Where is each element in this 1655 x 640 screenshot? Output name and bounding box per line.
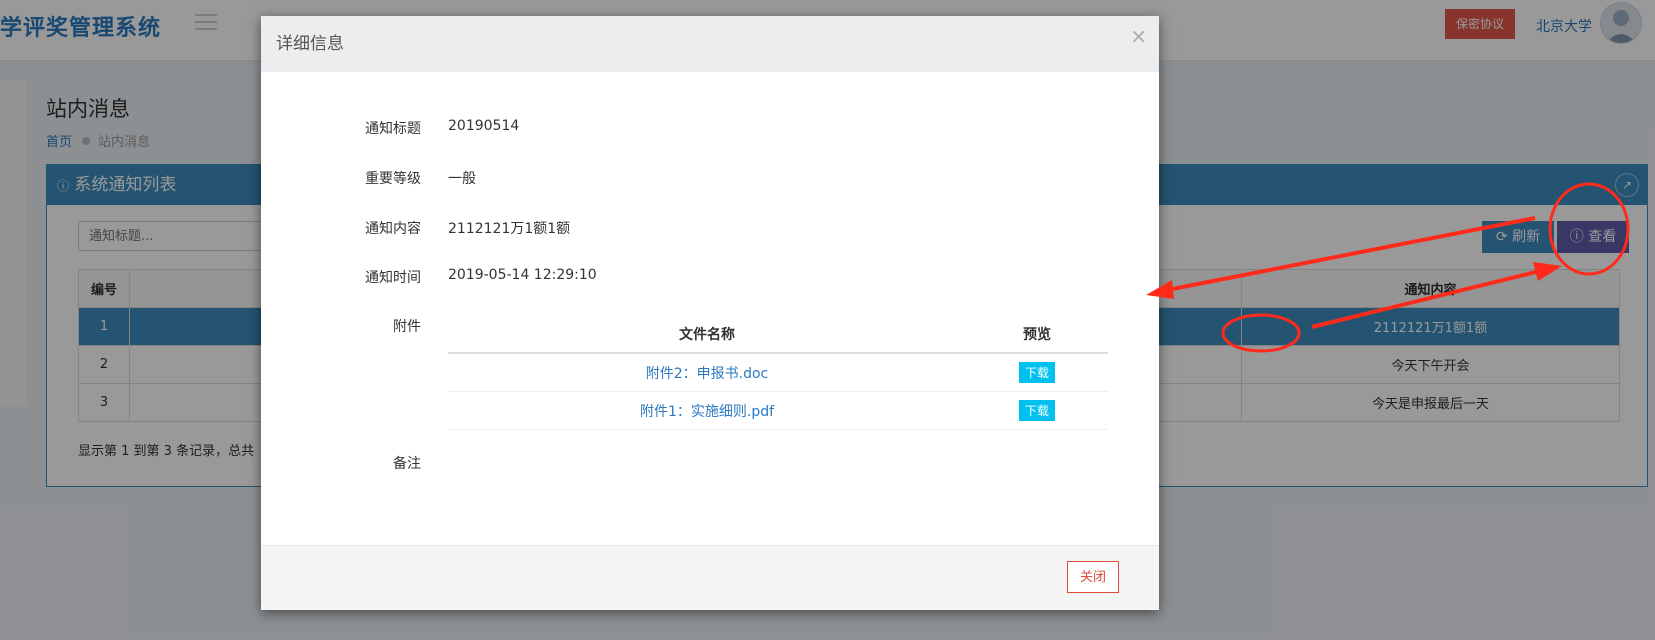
annotation-arrowhead	[1146, 280, 1174, 299]
annotation-circle-view	[1548, 182, 1630, 276]
annotation-arrow-line	[1161, 216, 1536, 293]
annotation-arrowhead	[1533, 262, 1562, 281]
annotation-overlay	[1146, 182, 1630, 353]
annotation-circle-row	[1221, 313, 1301, 353]
annotation-arrow-line	[1311, 269, 1541, 329]
